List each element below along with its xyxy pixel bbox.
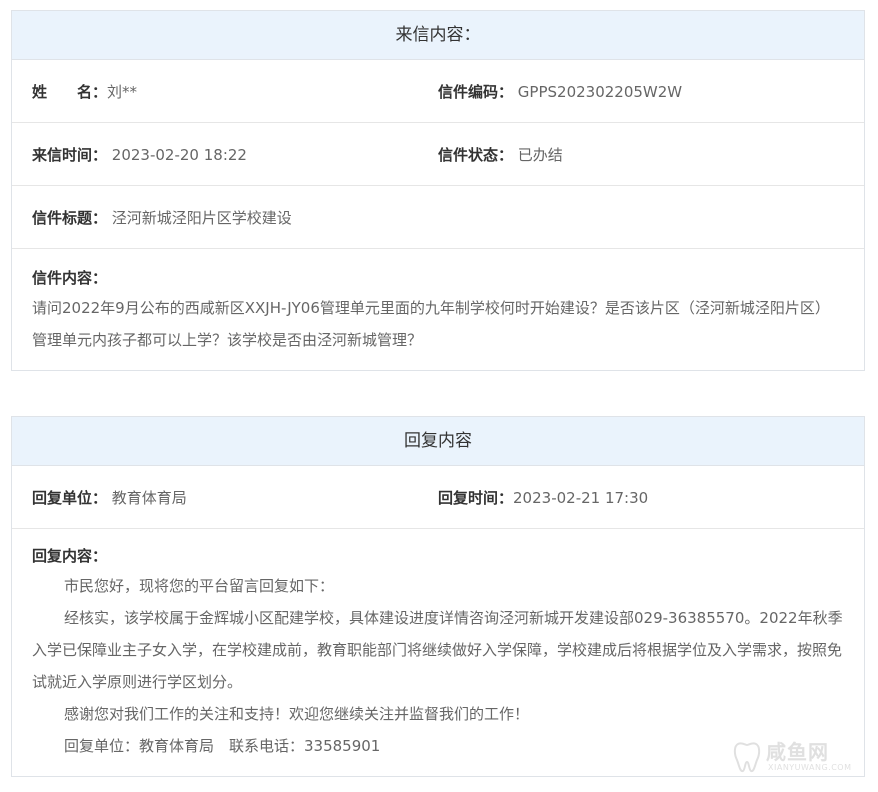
- watermark-logo: 咸鱼网 XIANYUWANG.COM: [732, 736, 862, 780]
- name-value: 刘**: [107, 82, 138, 101]
- letter-time-label: 来信时间：: [32, 145, 108, 164]
- reply-row-unit-time: 回复单位： 教育体育局 回复时间：2023-02-21 17:30: [12, 466, 864, 529]
- letter-content-text: 请问2022年9月公布的西咸新区XXJH-JY06管理单元里面的九年制学校何时开…: [32, 299, 830, 349]
- tooth-icon: [733, 742, 761, 773]
- reply-unit-value: 教育体育局: [111, 488, 187, 507]
- code-label: 信件编码：: [438, 82, 514, 101]
- title-value: 泾河新城泾阳片区学校建设: [111, 208, 292, 227]
- reply-time-label: 回复时间：: [438, 488, 514, 507]
- letter-row-time-status: 来信时间： 2023-02-20 18:22 信件状态： 已办结: [12, 123, 864, 186]
- letter-name-cell: 姓 名：刘**: [32, 81, 438, 102]
- reply-time-cell: 回复时间：2023-02-21 17:30: [438, 487, 844, 508]
- letter-row-title: 信件标题： 泾河新城泾阳片区学校建设: [12, 186, 864, 249]
- letter-panel: 来信内容： 姓 名：刘** 信件编码： GPPS202302205W2W 来信时…: [11, 10, 865, 371]
- code-value: GPPS202302205W2W: [517, 82, 683, 101]
- letter-panel-header: 来信内容：: [12, 11, 864, 60]
- watermark-subtext: XIANYUWANG.COM: [768, 763, 852, 772]
- letter-code-cell: 信件编码： GPPS202302205W2W: [438, 81, 844, 102]
- reply-unit-label: 回复单位：: [32, 488, 108, 507]
- letter-status-cell: 信件状态： 已办结: [438, 144, 844, 165]
- reply-panel-header: 回复内容: [12, 417, 864, 466]
- letter-row-name-code: 姓 名：刘** 信件编码： GPPS202302205W2W: [12, 60, 864, 123]
- status-label: 信件状态：: [438, 145, 514, 164]
- letter-content-block: 信件内容： 请问2022年9月公布的西咸新区XXJH-JY06管理单元里面的九年…: [12, 249, 864, 370]
- reply-paragraph: 市民您好，现将您的平台留言回复如下：: [64, 577, 335, 595]
- letter-content-label: 信件内容：: [32, 269, 108, 287]
- reply-time-value: 2023-02-21 17:30: [513, 488, 649, 507]
- reply-paragraph: 感谢您对我们工作的关注和支持！欢迎您继续关注并监督我们的工作！: [64, 705, 530, 723]
- status-value: 已办结: [517, 145, 563, 164]
- reply-paragraph: 经核实，该学校属于金辉城小区配建学校，具体建设进度详情咨询泾河新城开发建设部02…: [32, 609, 843, 691]
- letter-time-cell: 来信时间： 2023-02-20 18:22: [32, 144, 438, 165]
- reply-paragraph: 回复单位：教育体育局 联系电话：33585901: [64, 737, 381, 755]
- name-label: 姓 名：: [32, 82, 108, 101]
- watermark-text: 咸鱼网: [766, 740, 829, 764]
- reply-content-label: 回复内容：: [32, 547, 108, 565]
- reply-unit-cell: 回复单位： 教育体育局: [32, 487, 438, 508]
- letter-time-value: 2023-02-20 18:22: [111, 145, 247, 164]
- reply-panel: 回复内容 回复单位： 教育体育局 回复时间：2023-02-21 17:30 回…: [11, 416, 865, 777]
- title-label: 信件标题：: [32, 208, 108, 227]
- letter-title-cell: 信件标题： 泾河新城泾阳片区学校建设: [32, 207, 292, 228]
